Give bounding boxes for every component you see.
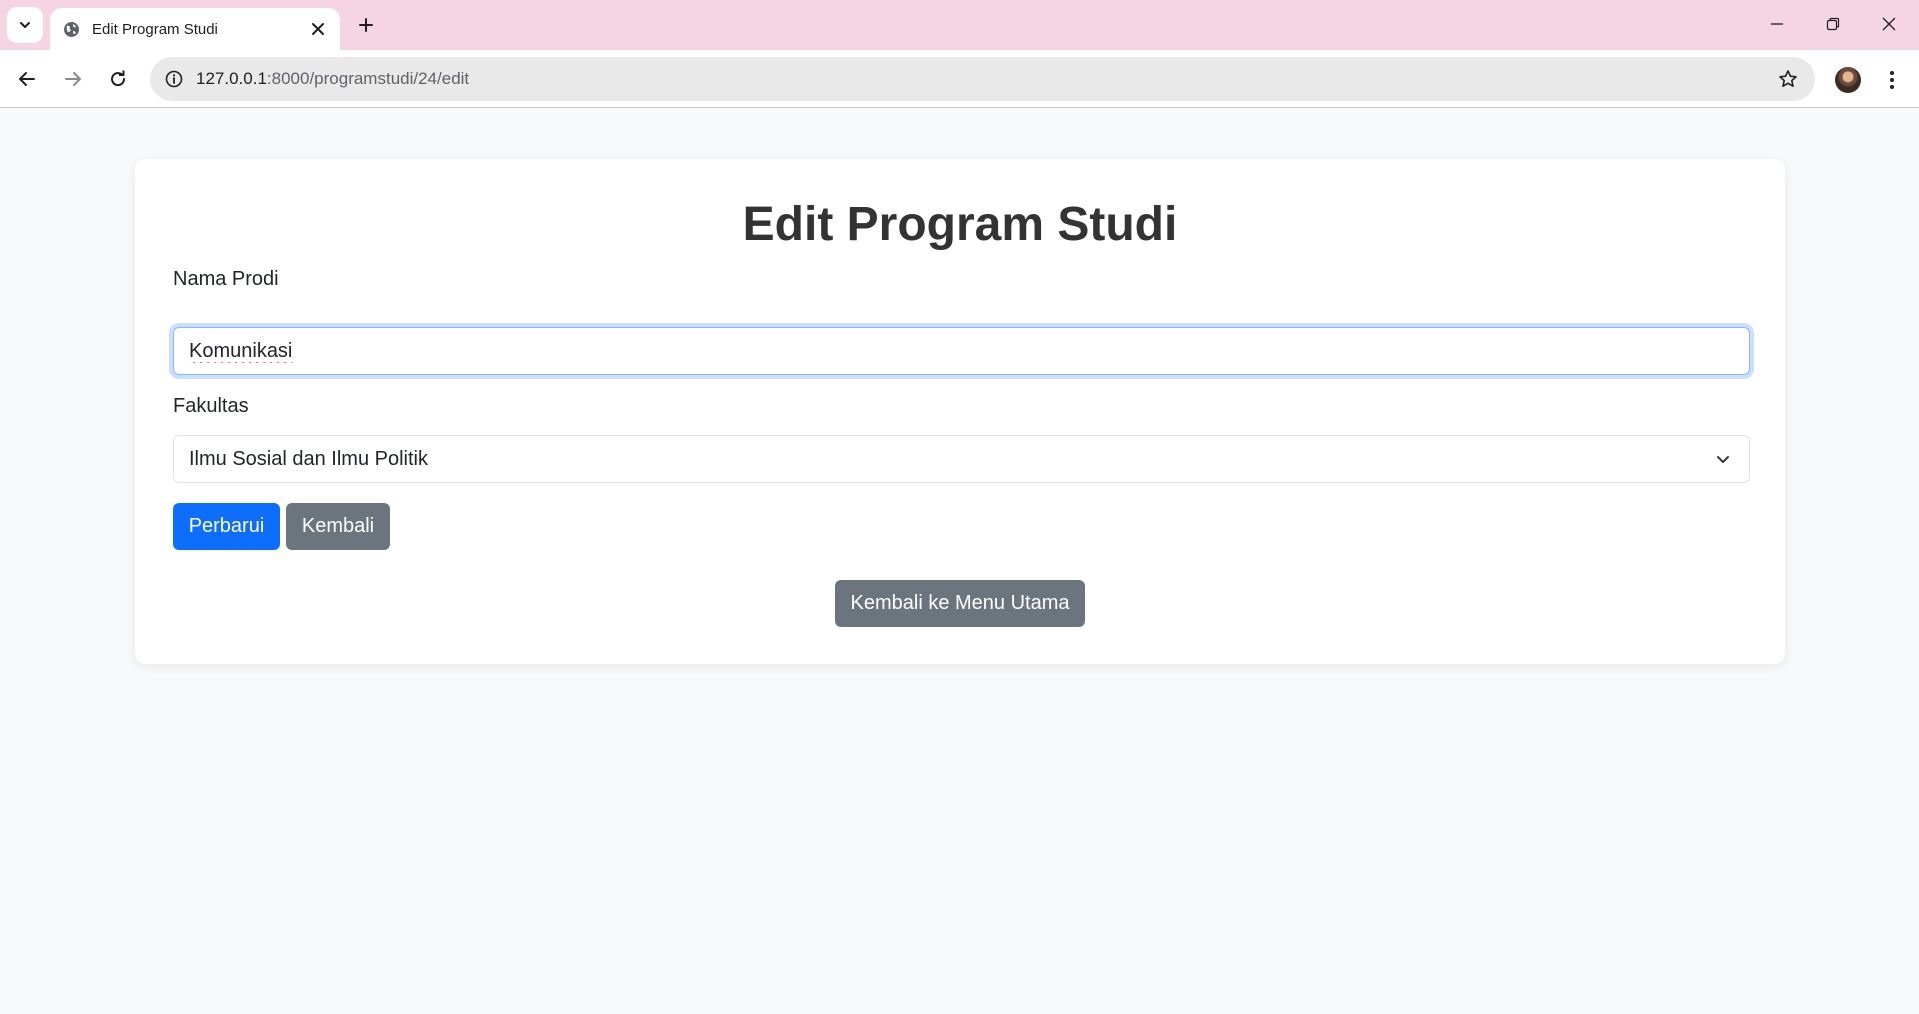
page-title: Edit Program Studi [742, 198, 1178, 251]
chevron-down-icon [1712, 448, 1734, 470]
nama-prodi-label: Nama Prodi [173, 268, 279, 290]
page-viewport: Edit Program Studi Nama Prodi Fakultas I… [0, 108, 1919, 1014]
more-vert-icon [1890, 71, 1894, 89]
browser-menu-button[interactable] [1880, 65, 1904, 95]
profile-avatar[interactable] [1835, 67, 1861, 93]
close-icon [1882, 17, 1896, 31]
minimize-icon [1771, 23, 1783, 25]
forward-button[interactable] [55, 61, 91, 97]
fakultas-select[interactable]: Ilmu Sosial dan Ilmu Politik [173, 435, 1750, 483]
nama-prodi-input[interactable] [173, 327, 1750, 375]
tab-title: Edit Program Studi [92, 20, 218, 38]
fakultas-selected-value: Ilmu Sosial dan Ilmu Politik [189, 447, 428, 470]
restore-button[interactable] [1806, 4, 1860, 44]
plus-icon [359, 18, 373, 32]
back-button[interactable] [9, 61, 45, 97]
chevron-down-icon [20, 22, 30, 28]
reload-icon [111, 70, 126, 87]
restore-icon [1826, 17, 1840, 31]
globe-icon [62, 20, 80, 38]
browser-toolbar: 127.0.0.1:8000/programstudi/24/edit [0, 50, 1919, 108]
minimize-button[interactable] [1750, 4, 1804, 44]
update-button[interactable]: Perbarui [173, 503, 280, 550]
bookmark-star-icon[interactable] [1773, 64, 1803, 94]
address-bar[interactable]: 127.0.0.1:8000/programstudi/24/edit [150, 57, 1815, 101]
arrow-right-icon [65, 72, 81, 86]
url-host: 127.0.0.1 [196, 69, 267, 88]
new-tab-button[interactable] [352, 11, 380, 39]
fakultas-label: Fakultas [173, 395, 249, 417]
close-window-button[interactable] [1862, 4, 1916, 44]
edit-form-card: Edit Program Studi Nama Prodi Fakultas I… [135, 159, 1785, 664]
reload-button[interactable] [100, 61, 136, 97]
back-button-form[interactable]: Kembali [286, 503, 390, 550]
active-tab[interactable]: Edit Program Studi [50, 8, 340, 50]
browser-tab-bar: Edit Program Studi [0, 0, 1919, 50]
site-info-icon[interactable] [162, 67, 186, 91]
main-menu-button[interactable]: Kembali ke Menu Utama [835, 580, 1085, 627]
url-path: :8000/programstudi/24/edit [266, 69, 470, 88]
url-text[interactable]: 127.0.0.1:8000/programstudi/24/edit [196, 69, 1773, 89]
tab-search-button[interactable] [7, 7, 43, 43]
close-tab-icon[interactable] [306, 17, 330, 41]
arrow-left-icon [19, 72, 35, 86]
